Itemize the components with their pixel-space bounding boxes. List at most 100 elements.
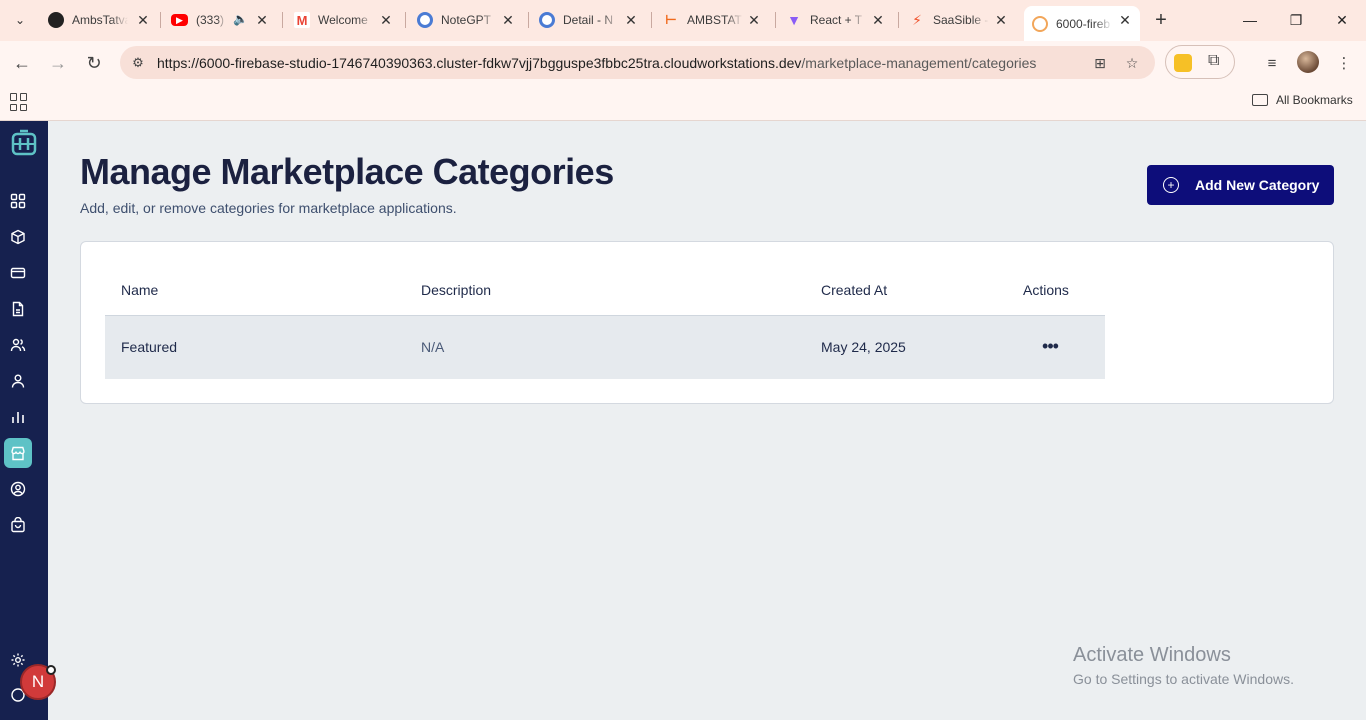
browser-tab[interactable]: ▼ React + T ✕ — [786, 8, 887, 32]
column-header-description: Description — [405, 266, 805, 316]
close-tab-icon[interactable]: ✕ — [992, 11, 1010, 29]
all-bookmarks-label: All Bookmarks — [1276, 93, 1353, 107]
sidebar-account[interactable] — [4, 475, 32, 503]
users-icon — [10, 338, 26, 352]
cell-description: N/A — [405, 315, 805, 379]
browser-tab[interactable]: NoteGPT ✕ — [417, 8, 517, 32]
close-window-icon[interactable]: ✕ — [1330, 8, 1354, 32]
gear-icon — [11, 653, 25, 667]
team-icon — [11, 374, 25, 388]
windows-activation-watermark: Activate Windows Go to Settings to activ… — [1073, 644, 1294, 687]
tab-title: 6000-fireb — [1056, 16, 1111, 31]
active-browser-tab[interactable]: 6000-fireb ✕ — [1024, 6, 1140, 41]
watermark-title: Activate Windows — [1073, 644, 1231, 666]
tab-separator — [528, 12, 529, 28]
url-text[interactable]: https://6000-firebase-studio-17467403903… — [157, 55, 1036, 71]
credit-card-icon — [10, 267, 26, 279]
close-tab-icon[interactable]: ✕ — [377, 11, 395, 29]
new-tab-plus-icon[interactable]: + — [1150, 9, 1172, 31]
close-tab-icon[interactable]: ✕ — [134, 11, 152, 29]
categories-table: Name Description Created At Actions Feat… — [105, 266, 1105, 379]
gmail-favicon-icon: M — [294, 12, 310, 28]
address-bar[interactable]: ⚙ https://6000-firebase-studio-174674039… — [120, 46, 1155, 79]
tab-separator — [405, 12, 406, 28]
tab-separator — [160, 12, 161, 28]
plus-circle-icon: + — [1163, 177, 1179, 193]
sidebar-analytics[interactable] — [4, 403, 32, 431]
close-tab-icon[interactable]: ✕ — [1116, 11, 1134, 29]
add-button-label: Add New Category — [1195, 177, 1320, 193]
app-logo-icon — [11, 129, 37, 156]
minimize-icon[interactable]: — — [1238, 8, 1262, 32]
all-bookmarks-button[interactable]: All Bookmarks — [1252, 93, 1353, 107]
folder-icon — [1252, 94, 1268, 106]
package-box-icon — [11, 229, 25, 245]
shopping-bag-icon — [11, 517, 25, 533]
close-tab-icon[interactable]: ✕ — [622, 11, 640, 29]
close-tab-icon[interactable]: ✕ — [869, 11, 887, 29]
tab-search-chevron-icon[interactable]: ⌄ — [8, 8, 32, 32]
translate-icon[interactable]: ⊞ — [1090, 53, 1110, 73]
profile-avatar[interactable] — [1297, 51, 1319, 73]
document-icon — [12, 301, 24, 317]
close-tab-icon[interactable]: ✕ — [499, 11, 517, 29]
close-tab-icon[interactable]: ✕ — [745, 11, 763, 29]
add-new-category-button[interactable]: + Add New Category — [1147, 165, 1334, 205]
sidebar-marketplace[interactable] — [4, 438, 32, 468]
categories-card: Name Description Created At Actions Feat… — [80, 241, 1334, 404]
site-settings-icon[interactable]: ⚙ — [128, 53, 148, 73]
page-subtitle: Add, edit, or remove categories for mark… — [80, 200, 457, 216]
cell-name: Featured — [105, 315, 405, 379]
browser-tab[interactable]: ⚡ SaaSible - ✕ — [909, 8, 1010, 32]
forward-arrow-icon[interactable]: → — [44, 49, 72, 77]
sidebar-dashboard[interactable] — [4, 187, 32, 215]
browser-tab[interactable]: ▶ (333) 🔈 ✕ — [171, 8, 271, 32]
tab-title: NoteGPT — [441, 13, 492, 27]
table-row[interactable]: Featured N/A May 24, 2025 ••• — [105, 315, 1105, 379]
sidebar-billing[interactable] — [4, 259, 32, 287]
store-icon — [11, 446, 25, 461]
tab-separator — [898, 12, 899, 28]
tab-title: AmbsTatva — [72, 13, 128, 27]
vite-favicon-icon: ▼ — [787, 12, 801, 28]
tab-title: (333) — [196, 13, 225, 27]
tab-title: AMBSTAT — [687, 13, 742, 27]
back-arrow-icon[interactable]: ← — [8, 49, 36, 77]
reload-icon[interactable]: ↻ — [80, 49, 108, 77]
sidebar-products[interactable] — [4, 223, 32, 251]
column-header-created-at: Created At — [805, 266, 1023, 316]
avatar-status-dot — [46, 665, 56, 675]
tab-favicon-icon — [539, 12, 555, 28]
more-menu-icon[interactable]: ⋮ — [1332, 51, 1356, 75]
apps-grid-icon[interactable] — [10, 93, 28, 111]
bookmark-star-icon[interactable]: ☆ — [1122, 53, 1142, 73]
browser-tab[interactable]: M Welcome ✕ — [294, 8, 395, 32]
speaker-icon[interactable]: 🔈 — [233, 12, 248, 26]
extensions-group: ⧉ — [1165, 45, 1235, 79]
browser-tab[interactable]: AmbsTatva ✕ — [48, 8, 152, 32]
watermark-subtitle: Go to Settings to activate Windows. — [1073, 671, 1294, 687]
tab-separator — [775, 12, 776, 28]
tab-separator — [282, 12, 283, 28]
sidebar-team[interactable] — [4, 367, 32, 395]
restore-icon[interactable]: ❐ — [1284, 8, 1308, 32]
tab-title: Welcome — [318, 13, 368, 27]
column-header-actions: Actions — [1023, 266, 1105, 316]
extension-icon[interactable] — [1174, 54, 1192, 72]
close-tab-icon[interactable]: ✕ — [253, 11, 271, 29]
bar-chart-icon — [12, 412, 24, 423]
browser-tab[interactable]: ⊢ AMBSTAT ✕ — [663, 8, 763, 32]
browser-tab[interactable]: Detail - N ✕ — [539, 8, 640, 32]
puzzle-extensions-icon[interactable]: ⧉ — [1208, 52, 1219, 70]
sidebar-users[interactable] — [4, 331, 32, 359]
sidebar-orders[interactable] — [4, 511, 32, 539]
tab-favicon-icon — [48, 12, 64, 28]
tab-favicon-icon: ⚡ — [912, 11, 922, 28]
sidebar-invoices[interactable] — [4, 295, 32, 323]
tab-title: Detail - N — [563, 13, 614, 27]
media-controls-icon[interactable]: ≡ — [1260, 51, 1284, 75]
youtube-favicon-icon: ▶ — [171, 14, 188, 26]
tab-title: React + T — [810, 13, 863, 27]
row-actions-more-icon[interactable]: ••• — [1039, 337, 1061, 355]
page-title: Manage Marketplace Categories — [80, 151, 614, 192]
